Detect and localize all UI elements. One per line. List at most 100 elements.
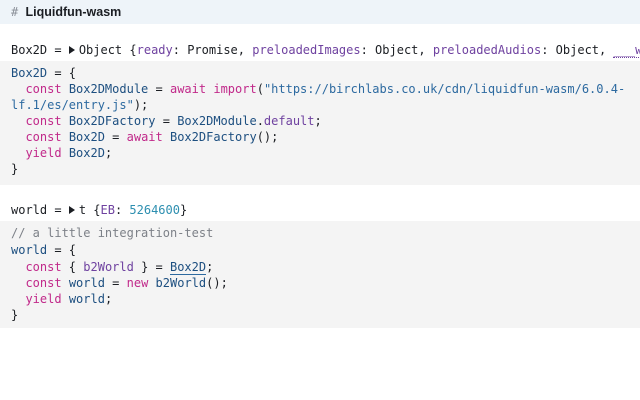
output-prop-eb: EB (100, 203, 115, 217)
notebook-title: Liquidfun-wasm (25, 5, 122, 19)
code-token: ( (256, 82, 264, 96)
code-token: default (263, 114, 315, 128)
world-code-cell[interactable]: // a little integration-test world = { c… (0, 221, 640, 328)
output-name: Box2D (11, 43, 48, 57)
code-token: Box2D (11, 66, 48, 80)
code-token: = { (47, 66, 77, 80)
code-token: ; (104, 146, 113, 160)
code-token: new (126, 276, 149, 290)
code-token: = (148, 82, 170, 96)
code-token: ; (206, 260, 214, 274)
code-token: = { (47, 243, 77, 257)
code-token: } (11, 162, 19, 176)
output-equals: = (47, 203, 69, 217)
code-line: const Box2D = await Box2DFactory(); (11, 129, 278, 145)
code-token: . (256, 114, 264, 128)
code-line: Box2D = { (11, 65, 76, 81)
import-url-string: lf.1/es/entry.js" (11, 98, 134, 112)
code-token: yield (25, 292, 62, 306)
code-token: import (213, 82, 257, 96)
heading-hash: # (11, 5, 19, 19)
output-brace: { (86, 203, 101, 217)
output-colon: : (114, 203, 130, 217)
code-token: await (126, 130, 163, 144)
code-comment: // a little integration-test (11, 226, 214, 240)
code-token: } = (133, 260, 170, 274)
markdown-cell[interactable]: # Liquidfun-wasm (0, 0, 640, 24)
code-token: ; (104, 292, 113, 306)
output-name: world (11, 203, 48, 217)
code-token: Box2DFactory (169, 130, 257, 144)
code-token: const (25, 82, 62, 96)
code-token: (); (206, 276, 228, 290)
code-token: ; (314, 114, 322, 128)
code-token: } (11, 308, 19, 322)
code-token: b2World (83, 260, 134, 274)
output-prop-preloaded-images: preloadedImages (252, 43, 361, 57)
code-token: world (68, 276, 105, 290)
output-number: 5264600 (129, 203, 180, 217)
code-token: const (25, 114, 62, 128)
code-token: { (61, 260, 84, 274)
output-type[interactable]: t (79, 203, 86, 217)
code-token: b2World (155, 276, 207, 290)
import-url-string: "https://birchlabs.co.uk/cdn/liquidfun-w… (263, 82, 626, 96)
code-token: Box2DModule (68, 82, 149, 96)
output-prop-wasm-call[interactable]: ___wasm_call_ (613, 43, 640, 58)
code-token: = (104, 276, 127, 290)
code-token: Box2DFactory (68, 114, 156, 128)
world-output: world = t {EB: 5264600} (11, 202, 640, 218)
code-token: = (155, 114, 178, 128)
code-line: yield Box2D; (11, 145, 112, 161)
code-line: } (11, 161, 18, 177)
box2d-reference-link[interactable]: Box2D (169, 260, 207, 275)
output-equals: = (47, 43, 69, 57)
code-line: const Box2DFactory = Box2DModule.default… (11, 113, 322, 129)
code-token: await (169, 82, 207, 96)
code-line: const Box2DModule = await import("https:… (11, 81, 625, 97)
output-brace: } (179, 203, 188, 217)
code-token: world (68, 292, 105, 306)
output-brace: { (122, 43, 137, 57)
output-value: : Object, (541, 43, 614, 57)
code-token: Box2D (68, 146, 105, 160)
code-token: Box2D (68, 130, 105, 144)
code-line: } (11, 307, 18, 323)
code-token: = (104, 130, 127, 144)
box2d-code-cell[interactable]: Box2D = { const Box2DModule = await impo… (0, 61, 640, 185)
code-line: yield world; (11, 291, 112, 307)
output-value: : Object, (360, 43, 433, 57)
code-token: const (25, 276, 62, 290)
code-token: (); (256, 130, 279, 144)
code-line: world = { (11, 242, 76, 258)
code-token: Box2DModule (177, 114, 257, 128)
code-token: ); (133, 98, 149, 112)
output-prop-preloaded-audios: preloadedAudios (432, 43, 542, 57)
code-token: const (25, 260, 62, 274)
output-prop-ready: ready (136, 43, 173, 57)
output-type[interactable]: Object (79, 43, 122, 57)
code-token: const (25, 130, 62, 144)
box2d-output: Box2D = Object {ready: Promise, preloade… (11, 42, 640, 58)
markdown-heading: # Liquidfun-wasm (11, 5, 121, 19)
code-line: // a little integration-test (11, 225, 213, 241)
expand-triangle-icon[interactable] (68, 206, 75, 214)
code-token: world (11, 243, 48, 257)
expand-triangle-icon[interactable] (68, 46, 75, 54)
code-line: lf.1/es/entry.js"); (11, 97, 148, 113)
